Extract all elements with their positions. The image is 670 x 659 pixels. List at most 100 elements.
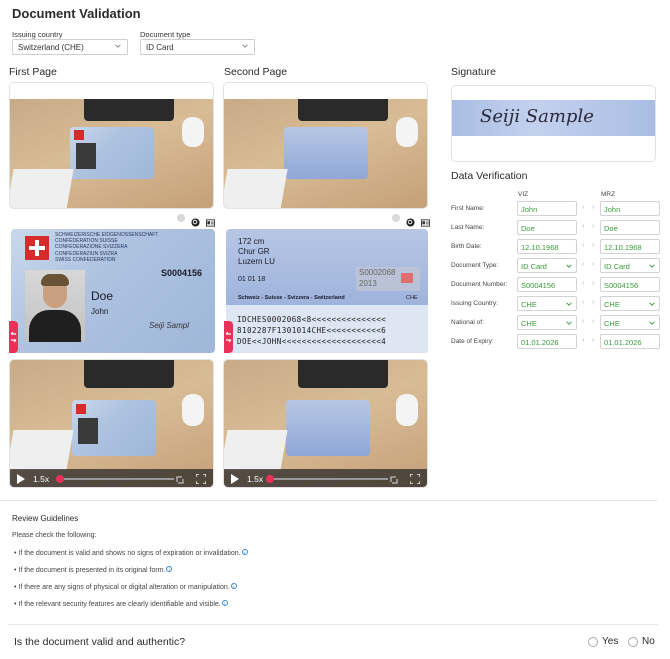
viz-input[interactable]: John — [517, 201, 577, 216]
copy-right-icon[interactable]: › — [592, 223, 594, 230]
swap-arrows-icon — [225, 331, 232, 343]
copy-left-icon[interactable]: ‹ — [582, 299, 584, 306]
mrz-value: John — [604, 205, 621, 214]
card-country: CHE — [406, 295, 418, 301]
viz-input[interactable]: S0004156 — [517, 277, 577, 292]
page-title: Document Validation — [12, 6, 141, 21]
copy-left-icon[interactable]: ‹ — [582, 242, 584, 249]
play-icon[interactable] — [230, 474, 239, 484]
info-icon[interactable]: i — [241, 549, 248, 555]
issuing-country-value: Switzerland (CHE) — [18, 43, 84, 52]
viz-column-header: VIZ — [518, 191, 529, 198]
mrz-value: ID Card — [604, 262, 630, 271]
first-page-video[interactable]: 1.5x — [9, 359, 214, 488]
zoom-out-icon[interactable] — [177, 214, 185, 222]
viz-value: Doe — [521, 224, 535, 233]
mrz-column-header: MRZ — [601, 191, 616, 198]
card-date: 01 01 18 — [238, 276, 266, 283]
chevron-down-icon — [566, 264, 572, 268]
playback-speed[interactable]: 1.5x — [33, 474, 49, 484]
guideline-item: • If the document is presented in its or… — [14, 566, 173, 574]
swiss-flag — [25, 236, 49, 260]
info-icon[interactable]: i — [221, 600, 228, 606]
hologram-number: S0002068 — [359, 268, 396, 277]
chevron-down-icon — [566, 321, 572, 325]
viz-select[interactable]: CHE — [517, 296, 577, 311]
swap-handle[interactable] — [224, 321, 233, 353]
progress-track[interactable] — [274, 478, 388, 480]
issuing-country-select[interactable]: Switzerland (CHE) — [12, 39, 128, 55]
viz-select[interactable]: CHE — [517, 315, 577, 330]
zoom-in-icon[interactable] — [191, 214, 200, 227]
guideline-item: • If there are any signs of physical or … — [14, 583, 237, 591]
viz-input[interactable]: 12.10.1968 — [517, 239, 577, 254]
signature-text: Seiji Sample — [480, 106, 594, 127]
copy-right-icon[interactable]: › — [592, 242, 594, 249]
id-card-front-image[interactable]: SCHWEIZERISCHE EIDGENOSSENSCHAFT CONFÉDÉ… — [11, 229, 215, 353]
video-controls: 1.5x — [224, 469, 427, 487]
mrz-value: 01.01.2026 — [604, 338, 642, 347]
id-card-icon[interactable] — [206, 214, 215, 227]
copy-left-icon[interactable]: ‹ — [582, 261, 584, 268]
copy-left-icon[interactable]: ‹ — [582, 318, 584, 325]
mrz-input[interactable]: S0004156 — [600, 277, 660, 292]
zoom-out-icon[interactable] — [392, 214, 400, 222]
id-card-back-image[interactable]: 172 cm Chur GR Luzern LU 01 01 18 S00020… — [226, 229, 428, 353]
document-type-label: Document type — [140, 30, 191, 39]
rotate-icon[interactable] — [175, 474, 185, 484]
id-card-icon[interactable] — [421, 214, 430, 227]
fullscreen-icon[interactable] — [196, 474, 206, 484]
yes-radio[interactable] — [588, 637, 598, 647]
no-label[interactable]: No — [642, 636, 655, 647]
chevron-down-icon — [649, 302, 655, 306]
guideline-text: If the document is valid and shows no si… — [18, 550, 241, 557]
copy-left-icon[interactable]: ‹ — [582, 223, 584, 230]
viz-input[interactable]: Doe — [517, 220, 577, 235]
no-radio[interactable] — [628, 637, 638, 647]
rotate-icon[interactable] — [389, 474, 399, 484]
info-icon[interactable]: i — [230, 583, 237, 589]
viz-value: CHE — [521, 300, 537, 309]
field-label: Document Number: — [451, 281, 508, 288]
second-page-heading: Second Page — [224, 66, 288, 78]
mrz-select[interactable]: CHE — [600, 315, 660, 330]
copy-right-icon[interactable]: › — [592, 204, 594, 211]
zoom-in-icon[interactable] — [406, 214, 415, 227]
chevron-down-icon — [115, 44, 121, 48]
chevron-down-icon — [242, 44, 248, 48]
copy-right-icon[interactable]: › — [592, 261, 594, 268]
copy-left-icon[interactable]: ‹ — [582, 204, 584, 211]
progress-handle[interactable] — [56, 475, 64, 483]
mrz-input[interactable]: Doe — [600, 220, 660, 235]
copy-right-icon[interactable]: › — [592, 280, 594, 287]
copy-left-icon[interactable]: ‹ — [582, 280, 584, 287]
yes-label[interactable]: Yes — [602, 636, 618, 647]
playback-speed[interactable]: 1.5x — [247, 474, 263, 484]
first-page-preview[interactable] — [9, 82, 214, 209]
progress-track[interactable] — [64, 478, 174, 480]
mrz-select[interactable]: CHE — [600, 296, 660, 311]
fullscreen-icon[interactable] — [410, 474, 420, 484]
mrz-input[interactable]: John — [600, 201, 660, 216]
mrz-input[interactable]: 01.01.2026 — [600, 334, 660, 349]
guideline-item: • If the document is valid and shows no … — [14, 549, 248, 557]
second-page-preview[interactable] — [223, 82, 428, 209]
chevron-down-icon — [649, 264, 655, 268]
swap-handle[interactable] — [9, 321, 18, 353]
viz-value: ID Card — [521, 262, 547, 271]
play-icon[interactable] — [16, 474, 25, 484]
copy-right-icon[interactable]: › — [592, 299, 594, 306]
progress-handle[interactable] — [266, 475, 274, 483]
mrz-select[interactable]: ID Card — [600, 258, 660, 273]
copy-right-icon[interactable]: › — [592, 337, 594, 344]
copy-right-icon[interactable]: › — [592, 318, 594, 325]
info-icon[interactable]: i — [166, 566, 173, 572]
viz-select[interactable]: ID Card — [517, 258, 577, 273]
viz-input[interactable]: 01.01.2026 — [517, 334, 577, 349]
document-type-select[interactable]: ID Card — [140, 39, 255, 55]
mrz-input[interactable]: 12.10.1968 — [600, 239, 660, 254]
signature-image: Seiji Sample — [452, 100, 655, 136]
copy-left-icon[interactable]: ‹ — [582, 337, 584, 344]
second-page-video[interactable]: 1.5x — [223, 359, 428, 488]
hologram-year: 2013 — [359, 279, 377, 288]
